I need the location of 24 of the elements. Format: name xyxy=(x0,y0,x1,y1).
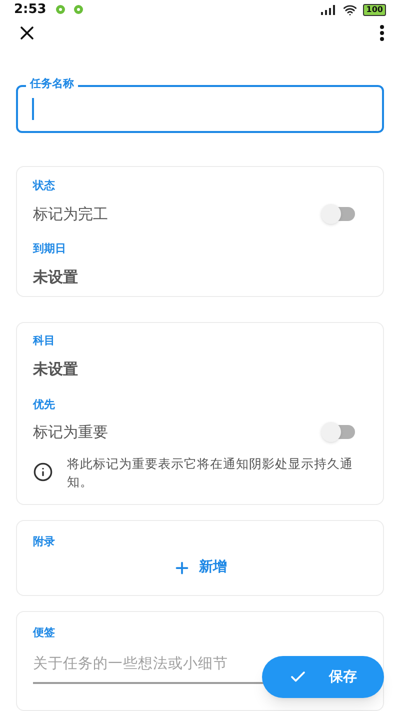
more-options-button[interactable] xyxy=(380,25,384,42)
section-label: 到期日 xyxy=(33,242,67,256)
section-label: 状态 xyxy=(33,179,56,193)
status-time: 2:53 xyxy=(14,1,46,19)
more-icon xyxy=(380,25,384,42)
toggle-label: 标记为完工 xyxy=(33,204,108,225)
text-cursor xyxy=(32,98,34,120)
add-button[interactable]: 新增 xyxy=(173,557,227,578)
info-text: 将此标记为重要表示它将在通知阴影处显示持久通知。 xyxy=(67,455,354,491)
section-label: 附录 xyxy=(33,535,56,549)
battery-indicator: 100 xyxy=(363,4,386,16)
field-label: 任务名称 xyxy=(26,77,78,91)
notes-field[interactable]: 关于任务的一些想法或小细节 xyxy=(33,654,255,682)
wifi-icon xyxy=(343,2,358,17)
info-icon xyxy=(33,462,53,482)
toggle-switch[interactable] xyxy=(321,422,357,442)
due-date-value[interactable]: 未设置 xyxy=(33,266,367,288)
section-label: 便签 xyxy=(33,626,56,640)
subject-value[interactable]: 未设置 xyxy=(33,358,367,380)
section-label: 优先 xyxy=(33,398,56,412)
toggle-switch[interactable] xyxy=(321,204,357,224)
section-label: 科目 xyxy=(33,334,56,348)
toggle-label: 标记为重要 xyxy=(33,422,108,442)
signal-icon xyxy=(321,4,338,15)
